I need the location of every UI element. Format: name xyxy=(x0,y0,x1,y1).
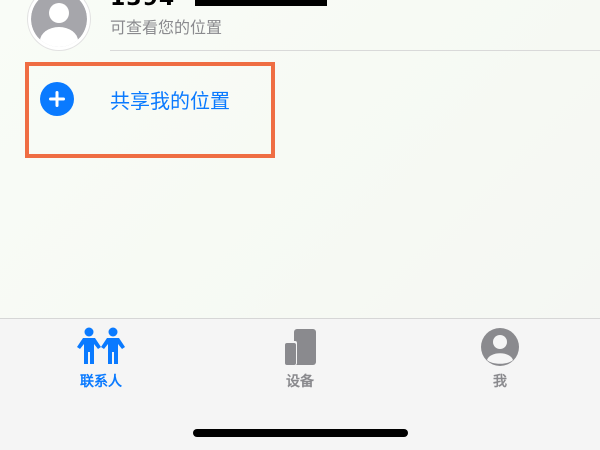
plus-icon[interactable] xyxy=(40,82,74,116)
tab-people[interactable]: 联系人 xyxy=(51,327,151,397)
contact-name: 1394 xyxy=(110,0,175,11)
people-icon xyxy=(77,327,125,364)
redaction-bar xyxy=(195,0,327,6)
tab-people-label: 联系人 xyxy=(80,374,122,390)
me-icon xyxy=(481,328,519,366)
person-silhouette-icon xyxy=(31,0,87,47)
contact-avatar xyxy=(28,0,90,50)
tab-me[interactable]: 我 xyxy=(450,327,550,397)
contact-subtitle: 可查看您的位置 xyxy=(110,18,223,37)
contact-row[interactable]: 1394 可查看您的位置 xyxy=(0,0,600,52)
list-separator xyxy=(110,50,600,51)
home-indicator[interactable] xyxy=(193,429,408,437)
tab-me-label: 我 xyxy=(493,374,507,390)
devices-icon xyxy=(283,329,316,365)
tab-devices-label: 设备 xyxy=(286,374,314,390)
tab-devices[interactable]: 设备 xyxy=(250,327,350,397)
share-my-location-button[interactable]: 共享我的位置 xyxy=(110,85,230,114)
